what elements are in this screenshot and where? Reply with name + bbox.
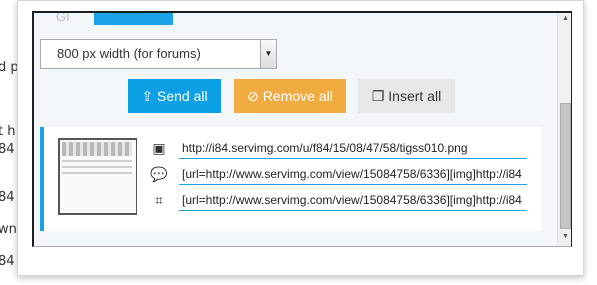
insert-all-button[interactable]: ❐ Insert all: [358, 79, 455, 113]
crop-icon: ⌗: [155, 192, 163, 208]
background-text: t h: [0, 124, 16, 139]
remove-all-button[interactable]: ⊘ Remove all: [234, 79, 346, 113]
background-text: 84: [0, 142, 15, 157]
background-text: 84: [0, 190, 15, 205]
comments-icon: 💬: [150, 166, 168, 182]
scroll-up-icon[interactable]: ▲: [558, 15, 571, 27]
thumbnail-toolbar: [62, 142, 132, 156]
image-icon: ▣: [152, 140, 166, 156]
tab-inactive[interactable]: GI: [56, 13, 70, 24]
scrollbar-thumb[interactable]: [560, 103, 571, 229]
thumbnail-content: [62, 160, 132, 178]
forum-code-field[interactable]: [url=http://www.servimg.com/view/1508475…: [179, 165, 527, 185]
direct-link-field[interactable]: http://i84.servimg.com/u/f84/15/08/47/58…: [179, 139, 527, 159]
background-text: d p: [0, 60, 19, 75]
remove-all-label: Remove all: [262, 88, 333, 104]
send-all-label: Send all: [157, 88, 208, 104]
background-text: 84: [0, 254, 15, 269]
dropdown-arrow-icon[interactable]: ▼: [260, 40, 276, 68]
upload-icon: ⇪: [141, 88, 154, 104]
uploaded-image-card: ▣ http://i84.servimg.com/u/f84/15/08/47/…: [40, 127, 541, 231]
background-text: wn: [0, 222, 17, 237]
send-all-button[interactable]: ⇪ Send all: [128, 79, 221, 113]
image-thumbnail[interactable]: [58, 138, 137, 215]
copy-icon: ❐: [371, 88, 385, 104]
thumbnail-code-field[interactable]: [url=http://www.servimg.com/view/1508475…: [179, 191, 527, 211]
vertical-scrollbar[interactable]: ▲ ▼: [557, 13, 571, 246]
scroll-down-icon[interactable]: ▼: [558, 233, 571, 245]
resize-select[interactable]: 800 px width (for forums): [40, 39, 277, 69]
upload-popup: GI 800 px width (for forums) ▼ ⇪ Send al…: [17, 0, 584, 276]
insert-all-label: Insert all: [388, 88, 442, 104]
tab-active[interactable]: [94, 13, 173, 25]
ban-icon: ⊘: [247, 88, 259, 104]
upload-panel: GI 800 px width (for forums) ▼ ⇪ Send al…: [32, 11, 572, 247]
